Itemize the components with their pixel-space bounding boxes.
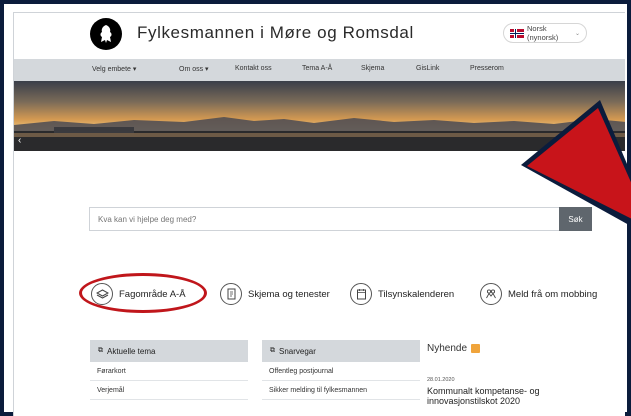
quick-link-tilsyn[interactable]: Tilsynskalenderen (350, 281, 454, 307)
people-icon (480, 283, 502, 305)
norway-flag-icon (510, 28, 524, 38)
quick-link-label: Skjema og tenester (248, 288, 330, 300)
coat-of-arms-logo[interactable] (90, 18, 122, 50)
news-date: 28.01.2020 (427, 377, 455, 383)
site-header: Fylkesmannen i Møre og Romsdal Norsk (ny… (14, 13, 625, 59)
news-section: Nyhende 28.01.2020 Kommunalt kompetanse-… (427, 343, 577, 406)
external-link-icon: ⧉ (98, 347, 103, 354)
search-bar: Søk (89, 207, 592, 231)
calendar-icon (350, 283, 372, 305)
external-link-icon: ⧉ (270, 347, 275, 354)
panel-row-postjournal[interactable]: Offentleg postjournal (262, 362, 420, 381)
rss-icon[interactable] (471, 344, 481, 353)
site-title[interactable]: Fylkesmannen i Møre og Romsdal (137, 23, 414, 43)
nav-kontakt-oss[interactable]: Kontakt oss (235, 65, 272, 72)
nav-om-oss[interactable]: Om oss ▾ (179, 65, 209, 73)
main-nav: Velg embete ▾ Om oss ▾ Kontakt oss Tema … (14, 59, 625, 81)
form-icon (220, 283, 242, 305)
language-label: Norsk (nynorsk) (527, 24, 559, 42)
nav-velg-embete[interactable]: Velg embete ▾ (92, 65, 136, 73)
chevron-down-icon: ⌄ (574, 30, 580, 37)
nav-tema-a-a[interactable]: Tema A-Å (302, 65, 332, 72)
panel-aktuelle-tema: ⧉ Aktuelle tema Førarkort Verjemål (90, 340, 248, 400)
nav-skjema[interactable]: Skjema (361, 65, 384, 72)
panel-snarvegar: ⧉ Snarvegar Offentleg postjournal Sikker… (262, 340, 420, 400)
nav-gislink[interactable]: GisLink (416, 65, 439, 72)
quick-link-label: Tilsynskalenderen (378, 288, 455, 300)
news-title-text: Nyhende (427, 343, 468, 354)
banner-image: ‹ (14, 81, 625, 151)
panel-title: Aktuelle tema (107, 346, 156, 356)
language-selector[interactable]: Norsk (nynorsk) ⌄ (503, 23, 587, 43)
panel-header: ⧉ Snarvegar (262, 340, 420, 362)
news-headline[interactable]: Kommunalt kompetanse- og innovasjonstils… (427, 386, 577, 406)
quick-link-mobbing[interactable]: Meld frå om mobbing (480, 281, 597, 307)
red-highlight-ring (79, 273, 207, 313)
search-input[interactable] (89, 207, 559, 231)
panel-row-forarkort[interactable]: Førarkort (90, 362, 248, 381)
browser-page: Fylkesmannen i Møre og Romsdal Norsk (ny… (13, 12, 625, 416)
news-heading: Nyhende (427, 343, 577, 354)
panel-title: Snarvegar (279, 346, 316, 356)
panel-row-verjemal[interactable]: Verjemål (90, 381, 248, 400)
panel-header: ⧉ Aktuelle tema (90, 340, 248, 362)
panel-row-sikker-melding[interactable]: Sikker melding til fylkesmannen (262, 381, 420, 400)
quick-link-skjema[interactable]: Skjema og tenester (220, 281, 330, 307)
quick-link-label: Meld frå om mobbing (508, 288, 598, 300)
search-button[interactable]: Søk (559, 207, 592, 231)
nav-presserom[interactable]: Presserom (470, 65, 504, 72)
chevron-left-icon[interactable]: ‹ (18, 135, 21, 146)
